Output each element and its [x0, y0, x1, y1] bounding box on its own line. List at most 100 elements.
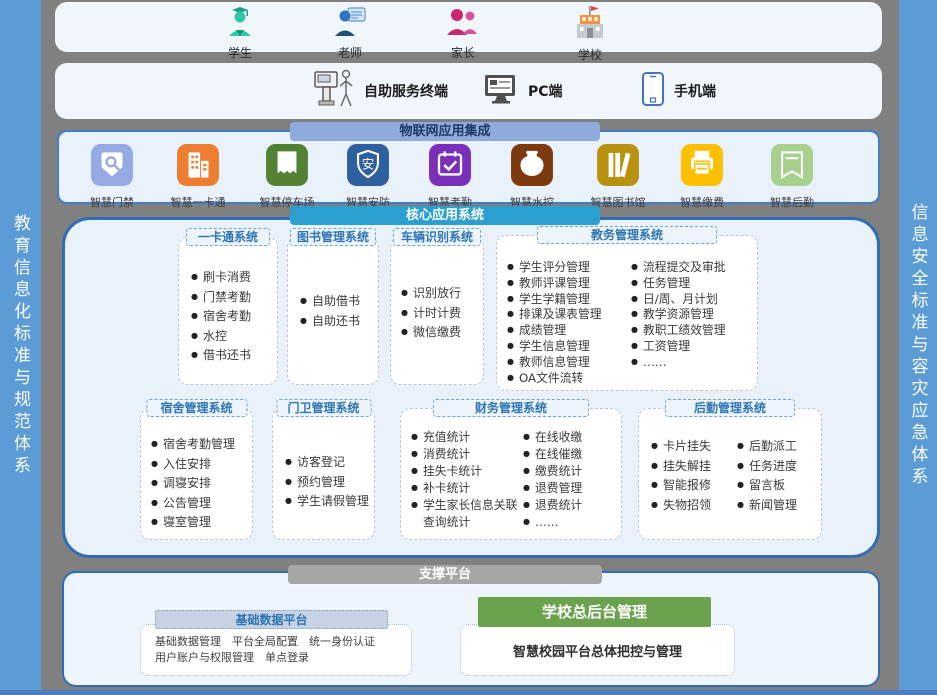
user-item-1: 学生	[200, 5, 280, 61]
bullet-icon: ●	[507, 322, 514, 338]
card-columns: ●刷卡消费●门禁考勤●宿舍考勤●水控●借书还书	[179, 238, 277, 366]
bullet-icon: ●	[191, 287, 198, 307]
list-item: ●缴费统计	[523, 463, 615, 480]
card-columns: ●充值统计●消费统计●挂失卡统计●补卡统计●学生家长信息关联查询统计●在线收缴●…	[401, 409, 621, 531]
list-item: ●新闻管理	[737, 496, 821, 516]
payment-icon	[680, 143, 724, 191]
list-item-label: 借书还书	[203, 346, 251, 366]
bullet-icon: ●	[411, 479, 418, 496]
list-item: ●门禁考勤	[191, 288, 251, 308]
terminal-item-label: PC端	[528, 81, 563, 101]
school-admin-box: 智慧校园平台总体把控与管理	[460, 624, 735, 676]
iot-section-tab: 物联网应用集成	[290, 122, 600, 141]
list-item-label: 新闻管理	[749, 496, 797, 516]
card-title: 教务管理系统	[537, 226, 717, 244]
list-item: ●微信缴费	[401, 323, 461, 343]
iot-item-3: 智慧停车场	[242, 143, 332, 210]
base-data-line-2: 用户账户与权限管理 单点登录	[155, 650, 411, 666]
parking-icon	[265, 143, 309, 191]
list-item-label: 消费统计	[423, 446, 470, 463]
terminal-item-2: PC端	[483, 73, 563, 109]
bullet-icon: ●	[300, 291, 307, 311]
card-column: ●后勤派工●任务进度●留言板●新闻管理	[737, 437, 821, 515]
base-data-platform-box: 基础数据管理 平台全局配置 统一身份认证 用户账户与权限管理 单点登录	[140, 624, 412, 676]
card-title: 车辆识别系统	[393, 228, 481, 246]
user-item-label: 学生	[228, 44, 252, 61]
bullet-icon: ●	[523, 513, 530, 530]
list-item: ●宿舍考勤管理	[151, 435, 235, 455]
bullet-icon: ●	[401, 322, 408, 342]
list-item-label: 调寝安排	[163, 474, 211, 494]
list-item-label: ……	[643, 355, 667, 371]
list-item-label: 教师信息管理	[519, 355, 590, 371]
list-item-label: 工资管理	[643, 339, 690, 355]
list-item: ●后勤派工	[737, 437, 821, 457]
list-item: ● ……	[523, 514, 615, 531]
list-item-label: 日/周、月计划	[643, 292, 718, 308]
water-icon	[510, 143, 554, 191]
list-item-label: 计时计费	[413, 304, 461, 324]
card-sushe: 宿舍管理系统●宿舍考勤管理●入住安排●调寝安排●公告管理●寝室管理	[140, 408, 253, 540]
smart-campus-architecture-diagram: 教育信息化标准与规范体系 信息安全标准与容灾应急体系 学生老师家长学校 自助服务…	[0, 0, 937, 695]
pc-icon	[483, 73, 519, 109]
list-item: ●……	[631, 355, 755, 371]
bullet-icon: ●	[151, 493, 158, 513]
card-title: 一卡通系统	[186, 228, 270, 246]
bullet-icon: ●	[737, 475, 744, 495]
list-item: ●智能报修	[651, 476, 737, 496]
card-title: 图书管理系统	[290, 228, 376, 246]
bullet-icon: ●	[631, 338, 638, 354]
list-item: ●失物招领	[651, 496, 737, 516]
list-item-label: 在线收缴	[535, 429, 582, 446]
list-item-label: 教职工绩效管理	[643, 323, 726, 339]
bullet-icon: ●	[285, 472, 292, 492]
card-columns: ●自助借书●自助还书	[288, 238, 378, 331]
list-item: ●寝室管理	[151, 513, 235, 533]
bullet-icon: ●	[631, 275, 638, 291]
iot-item-label: 智慧后勤	[770, 194, 814, 210]
list-item-label: 缴费统计	[535, 463, 582, 480]
list-item: ●预约管理	[285, 473, 369, 493]
iot-item-label: 智慧缴费	[680, 194, 724, 210]
list-item: ●调寝安排	[151, 474, 235, 494]
bullet-icon: ●	[285, 491, 292, 511]
bullet-icon: ●	[507, 354, 514, 370]
list-item-label: 入住安排	[163, 455, 211, 475]
list-item-label: 失物招领	[663, 496, 711, 516]
teacher-icon	[332, 5, 368, 43]
list-item: ●成绩管理	[507, 323, 631, 339]
library-icon	[596, 143, 640, 191]
list-item: ●学生信息管理	[507, 339, 631, 355]
list-item-label: 退费统计	[535, 497, 582, 514]
list-item-label: 充值统计	[423, 429, 470, 446]
iot-item-6: 智慧水控	[487, 143, 577, 210]
bullet-icon: ●	[523, 428, 530, 445]
support-section-tab: 支撑平台	[288, 565, 602, 584]
card-column: ●在线收缴●在线催缴●缴费统计●退费管理●退费统计●……	[523, 429, 615, 531]
list-item: ●流程提交及审批	[631, 260, 755, 276]
bullet-icon: ●	[191, 345, 198, 365]
list-item-label: 预约管理	[297, 473, 345, 493]
bullet-icon: ●	[411, 462, 418, 479]
list-item: ●消费统计	[411, 446, 523, 463]
list-item: ●充值统计	[411, 429, 523, 446]
list-item-label: 任务管理	[643, 276, 690, 292]
terminals-panel: 自助服务终端PC端手机端	[55, 63, 882, 119]
student-icon	[222, 5, 258, 43]
list-item: ● 在线收缴	[523, 429, 615, 446]
card-column: ●学生评分管理●教师评课管理●学生学籍管理●排课及课表管理●成绩管理●学生信息管…	[507, 260, 631, 386]
list-item: ●OA文件流转	[507, 371, 631, 387]
list-item: ●日/周、月计划	[631, 292, 755, 308]
iot-panel: 智慧门禁智慧一卡通智慧停车场安智慧安防智慧考勤智慧水控智慧图书馆智慧缴费智慧后勤	[57, 130, 880, 204]
list-item-label: ……	[535, 514, 559, 531]
logistics-icon	[770, 143, 814, 191]
bullet-icon: ●	[651, 475, 658, 495]
card-column: ●充值统计●消费统计●挂失卡统计●补卡统计●学生家长信息关联查询统计	[411, 429, 523, 531]
card-cheliang: 车辆识别系统●识别放行●计时计费●微信缴费	[390, 237, 484, 385]
svg-text:安: 安	[362, 157, 375, 172]
card-column: ●刷卡消费●门禁考勤●宿舍考勤●水控●借书还书	[191, 268, 251, 366]
bullet-icon: ●	[285, 452, 292, 472]
bottom-accent-bar	[0, 690, 937, 695]
list-item: ●留言板	[737, 476, 821, 496]
list-item-label: 学生信息管理	[519, 339, 590, 355]
